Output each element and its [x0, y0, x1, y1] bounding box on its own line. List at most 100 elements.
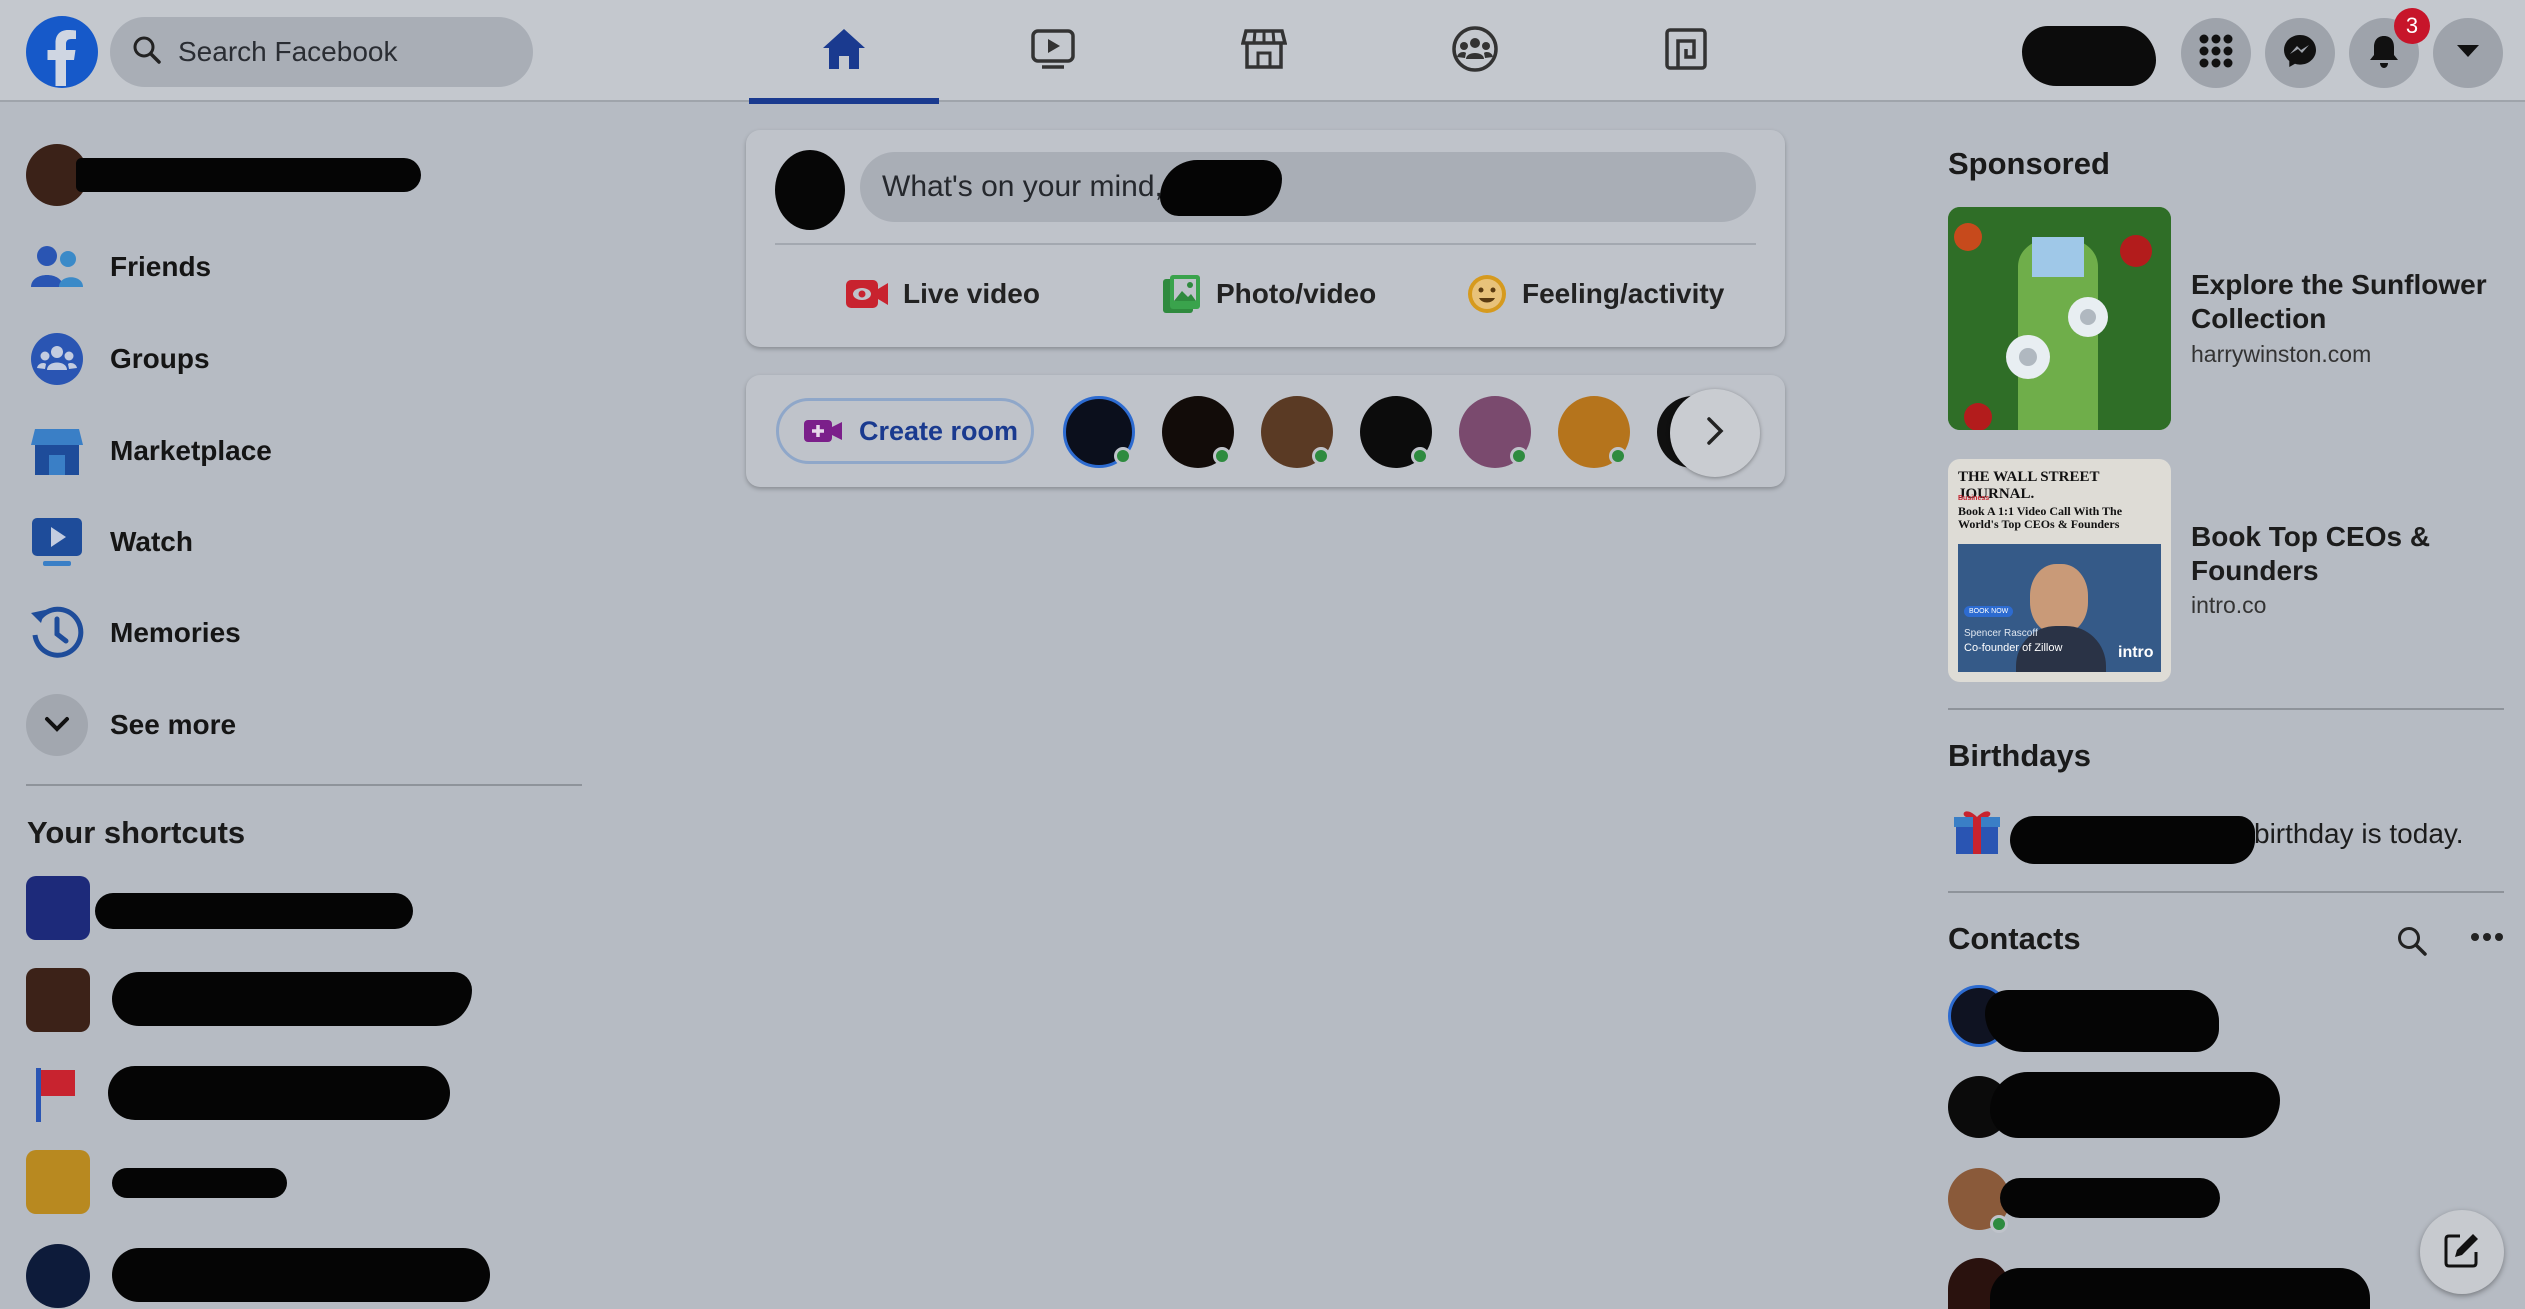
search-icon[interactable]: [2396, 925, 2428, 962]
tab-gaming[interactable]: [1591, 0, 1781, 102]
chevron-right-icon: [1705, 415, 1725, 452]
composer-divider: [775, 243, 1756, 245]
tab-marketplace[interactable]: [1169, 0, 1359, 102]
online-indicator: [1609, 447, 1627, 465]
facebook-logo-icon[interactable]: [26, 16, 98, 88]
sidebar-item-label: Groups: [110, 343, 210, 374]
redacted-shortcut-name: [112, 972, 472, 1026]
redacted-contact-name: [1990, 1072, 2280, 1138]
create-room-label: Create room: [859, 415, 1019, 446]
feeling-icon: [1466, 273, 1508, 315]
home-icon: [820, 26, 868, 77]
shortcut-thumbnail: [26, 1244, 90, 1308]
action-label: Live video: [903, 278, 1040, 309]
marketplace-icon: [26, 420, 88, 482]
redacted-shortcut-name: [108, 1066, 450, 1120]
online-indicator: [1510, 447, 1528, 465]
ad-image-person: Spencer Rascoff: [1964, 628, 2038, 639]
live-video-button[interactable]: Live video: [845, 268, 1040, 320]
whats-on-your-mind-input[interactable]: What's on your mind,: [860, 152, 1756, 222]
tab-watch[interactable]: [958, 0, 1148, 102]
online-indicator: [1312, 447, 1330, 465]
create-room-button[interactable]: Create room: [776, 398, 1034, 464]
tab-groups[interactable]: [1380, 0, 1570, 102]
birthday-text: birthday is today.: [2254, 818, 2464, 849]
ad-image-flowers: [1948, 207, 2171, 430]
account-menu-button[interactable]: [2433, 18, 2503, 88]
sidebar-item-label: See more: [110, 709, 237, 740]
video-plus-icon: [803, 417, 843, 445]
more-options-icon[interactable]: [2470, 930, 2504, 948]
ad-image-button: BOOK NOW: [1964, 606, 2014, 617]
photo-video-button[interactable]: Photo/video: [1160, 268, 1376, 320]
marketplace-icon: [1240, 27, 1288, 76]
shortcuts-title: Your shortcuts: [27, 815, 246, 850]
sidebar-divider: [26, 784, 582, 786]
action-label: Feeling/activity: [1522, 278, 1725, 309]
sidebar-item-label: Marketplace: [110, 435, 272, 466]
search-input[interactable]: Search Facebook: [110, 17, 533, 87]
redacted-name: [76, 158, 421, 192]
shortcut-thumbnail: [26, 1150, 90, 1214]
tab-home[interactable]: [749, 0, 939, 104]
redacted-contact-name: [1985, 990, 2219, 1052]
sidebar-item-friends[interactable]: Friends: [26, 232, 211, 302]
redacted-shortcut-name: [112, 1248, 490, 1302]
profile-link[interactable]: [26, 144, 421, 206]
search-placeholder: Search Facebook: [178, 36, 398, 67]
sidebar-item-label: Watch: [110, 526, 193, 557]
bell-icon: [2367, 33, 2401, 74]
watch-icon: [26, 511, 88, 573]
compose-icon: [2443, 1231, 2481, 1274]
sidebar-item-watch[interactable]: Watch: [26, 507, 193, 577]
sidebar-item-label: Friends: [110, 251, 212, 282]
memories-icon: [26, 602, 88, 664]
birthdays-title: Birthdays: [1948, 738, 2091, 773]
new-message-button[interactable]: [2420, 1210, 2504, 1294]
messenger-button[interactable]: [2265, 18, 2335, 88]
photo-icon: [1160, 273, 1202, 315]
sponsored-title: Sponsored: [1948, 146, 2110, 181]
composer-avatar[interactable]: [775, 150, 845, 230]
sidebar-item-see-more[interactable]: See more: [26, 690, 236, 760]
top-navigation-bar: Search Facebook 3: [0, 0, 2525, 104]
ad-image-wsj: THE WALL STREET JOURNAL. Business Book A…: [1948, 459, 2171, 682]
right-divider: [1948, 708, 2504, 710]
ad-domain: harrywinston.com: [2191, 341, 2372, 367]
search-icon: [132, 35, 162, 70]
feeling-activity-button[interactable]: Feeling/activity: [1466, 268, 1724, 320]
sidebar-item-groups[interactable]: Groups: [26, 324, 210, 394]
redacted-shortcut-name: [112, 1168, 287, 1198]
action-label: Photo/video: [1216, 278, 1377, 309]
caret-down-icon: [2454, 41, 2482, 66]
gift-icon: [1952, 804, 2002, 861]
menu-button[interactable]: [2181, 18, 2251, 88]
ad-title: Explore the Sunflower Collection: [2191, 269, 2487, 334]
watch-icon: [1030, 28, 1076, 75]
profile-avatar[interactable]: [2022, 26, 2156, 86]
redacted-contact-name: [1990, 1268, 2370, 1309]
groups-icon: [1451, 25, 1499, 78]
gaming-icon: [1664, 27, 1708, 76]
friends-icon: [26, 236, 88, 298]
rooms-next-button[interactable]: [1670, 389, 1760, 477]
redacted-name: [1160, 160, 1282, 216]
ad-image-role: Co-founder of Zillow: [1964, 642, 2063, 654]
groups-icon: [26, 328, 88, 390]
chevron-down-icon: [26, 694, 88, 756]
online-indicator: [1990, 1215, 2008, 1233]
online-indicator: [1114, 447, 1132, 465]
messenger-icon: [2282, 33, 2318, 74]
redacted-name: [2010, 816, 2255, 864]
online-indicator: [1411, 447, 1429, 465]
sidebar-item-memories[interactable]: Memories: [26, 598, 241, 668]
ad-title: Book Top CEOs & Founders: [2191, 521, 2431, 586]
ad-image-section: Business: [1958, 495, 1990, 502]
ad-image-photo: BOOK NOW Spencer Rascoff Co-founder of Z…: [1958, 544, 2161, 672]
right-divider: [1948, 891, 2504, 893]
ad-image-brand: intro: [2118, 644, 2154, 661]
redacted-contact-name: [2000, 1178, 2220, 1218]
shortcut-thumbnail: [26, 968, 90, 1032]
ad-image-masthead: THE WALL STREET JOURNAL.: [1958, 469, 2100, 502]
sidebar-item-marketplace[interactable]: Marketplace: [26, 416, 272, 486]
